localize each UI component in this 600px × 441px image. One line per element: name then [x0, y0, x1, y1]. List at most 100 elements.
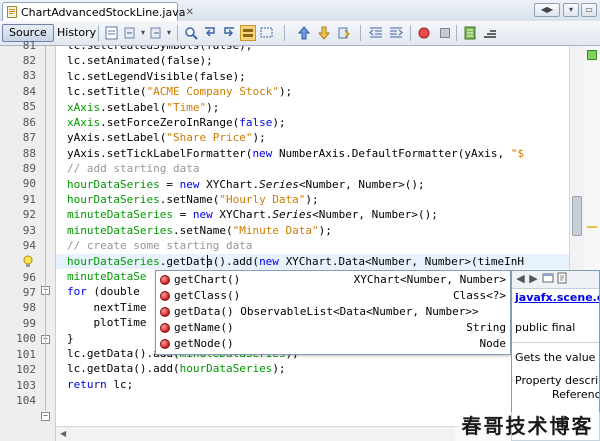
- code-line[interactable]: // add starting data: [67, 161, 199, 176]
- code-editor[interactable]: 81 82 83 84 85 86 87 88 89 90 91 92 93 9…: [0, 39, 600, 441]
- code-line[interactable]: // create some starting data: [67, 238, 252, 253]
- code-completion-popup[interactable]: getChart() XYChart<Number, Number> getCl…: [155, 270, 511, 355]
- javadoc-signature: public final: [515, 321, 576, 334]
- code-token: nextTime: [67, 301, 147, 314]
- completion-item[interactable]: getName() String: [156, 320, 510, 336]
- find-next-icon[interactable]: [221, 25, 237, 41]
- history-view-button[interactable]: History: [50, 24, 103, 42]
- code-token: XYChart.: [206, 178, 260, 191]
- completion-item[interactable]: getNode() Node: [156, 336, 510, 352]
- tab-chart-advanced-stock-line[interactable]: ChartAdvancedStockLine.java ✕: [2, 2, 194, 21]
- next-bookmark-icon[interactable]: [316, 25, 332, 41]
- code-token: }: [67, 332, 74, 345]
- open-in-browser-icon[interactable]: [541, 272, 554, 286]
- go-to-source-icon[interactable]: [555, 272, 568, 286]
- shift-line-left-icon[interactable]: [368, 25, 384, 41]
- code-line[interactable]: minuteDataSeries = new XYChart.Series<Nu…: [67, 207, 438, 222]
- code-token: =: [172, 208, 193, 221]
- code-token: .setForceZeroInRange(: [100, 116, 240, 129]
- code-token: hourDataSeries: [67, 193, 160, 206]
- line-number: 103: [16, 379, 36, 392]
- code-line[interactable]: lc.setCreatedSymbols(false);: [67, 46, 252, 53]
- code-line[interactable]: lc.setTitle("ACME Company Stock");: [67, 84, 292, 99]
- forward-dropdown-icon[interactable]: ▾: [165, 25, 173, 41]
- code-line[interactable]: return lc;: [67, 377, 133, 392]
- code-line[interactable]: minuteDataSe: [67, 269, 146, 284]
- completion-item-name: getNode(): [174, 337, 234, 350]
- line-number: 97: [22, 286, 36, 299]
- code-line[interactable]: lc.getData().add(hourDataSeries);: [67, 361, 286, 376]
- line-number: 86: [22, 116, 36, 129]
- last-edit-icon[interactable]: [104, 25, 120, 41]
- completion-item-type: String: [466, 321, 506, 334]
- maximize-window-icon[interactable]: ▭: [581, 3, 597, 17]
- stop-macro-recording-icon[interactable]: [437, 25, 453, 41]
- code-token: new: [252, 147, 279, 160]
- scrollbar-thumb[interactable]: [572, 196, 582, 236]
- tab-scroll-buttons[interactable]: ◀▶: [534, 3, 560, 17]
- code-token: lc.setLegendVisible(false);: [67, 70, 246, 83]
- method-icon: [160, 339, 170, 349]
- code-token: lc.setCreatedSymbols(false);: [67, 46, 252, 52]
- code-token: =: [159, 178, 180, 191]
- comment-icon[interactable]: [462, 25, 478, 41]
- completion-item-type: Class<?>: [453, 289, 506, 302]
- code-token: "Time": [166, 101, 207, 114]
- find-previous-icon[interactable]: [202, 25, 218, 41]
- code-line[interactable]: plotTime: [67, 315, 146, 330]
- code-token: XYChart.Data<Number, Number>(timeInH: [285, 255, 524, 268]
- toggle-highlight-search-icon[interactable]: [240, 25, 256, 41]
- start-macro-recording-icon[interactable]: [416, 25, 432, 41]
- forward-icon[interactable]: [148, 25, 164, 41]
- toolbar-separator: [360, 25, 361, 41]
- tab-list-dropdown-icon[interactable]: ▾: [563, 3, 579, 17]
- fold-end-icon[interactable]: −: [41, 412, 50, 421]
- line-number: 81: [22, 39, 36, 52]
- code-line[interactable]: hourDataSeries = new XYChart.Series<Numb…: [67, 177, 425, 192]
- uncomment-icon[interactable]: [482, 25, 498, 41]
- code-token: Series: [272, 208, 313, 221]
- code-line[interactable]: nextTime: [67, 300, 146, 315]
- javadoc-property-description: Property descrip: [515, 374, 600, 387]
- javadoc-class-link[interactable]: javafx.scene.c: [515, 291, 599, 304]
- toolbar-separator: [177, 25, 178, 41]
- error-stripe-mark[interactable]: [587, 226, 597, 228]
- code-line[interactable]: lc.setAnimated(false);: [67, 53, 213, 68]
- toggle-rectangular-selection-icon[interactable]: [259, 25, 275, 41]
- code-line[interactable]: minuteDataSeries.setName("Minute Data");: [67, 223, 332, 238]
- completion-item[interactable]: getData() ObservableList<Data<Number, Nu…: [156, 304, 510, 320]
- code-line[interactable]: hourDataSeries.getData().add(new XYChart…: [67, 254, 524, 269]
- code-line[interactable]: yAxis.setTickLabelFormatter(new NumberAx…: [67, 146, 524, 161]
- previous-bookmark-icon[interactable]: [296, 25, 312, 41]
- line-number-gutter[interactable]: 81 82 83 84 85 86 87 88 89 90 91 92 93 9…: [0, 39, 56, 441]
- code-line[interactable]: lc.setLegendVisible(false);: [67, 69, 246, 84]
- shift-line-right-icon[interactable]: [388, 25, 404, 41]
- code-line[interactable]: xAxis.setForceZeroInRange(false);: [67, 115, 286, 130]
- completion-item[interactable]: getChart() XYChart<Number, Number>: [156, 272, 510, 288]
- code-token: <Number, Number>();: [298, 178, 425, 191]
- javadoc-back-icon[interactable]: ◀: [514, 272, 527, 286]
- code-token: minuteDataSeries: [67, 224, 173, 237]
- method-icon: [160, 291, 170, 301]
- code-line[interactable]: }: [67, 331, 74, 346]
- code-line[interactable]: xAxis.setLabel("Time");: [67, 100, 219, 115]
- hint-lightbulb-icon[interactable]: [22, 255, 34, 268]
- back-icon[interactable]: [122, 25, 138, 41]
- code-token: yAxis: [67, 131, 101, 144]
- toggle-bookmark-icon[interactable]: [336, 25, 352, 41]
- line-number: 99: [22, 317, 36, 330]
- completion-item-type: XYChart<Number, Number>: [353, 273, 506, 286]
- line-number: 96: [22, 271, 36, 284]
- scroll-left-icon[interactable]: ◀: [60, 429, 66, 438]
- code-token: false: [239, 116, 273, 129]
- back-dropdown-icon[interactable]: ▾: [139, 25, 147, 41]
- code-area[interactable]: lc.setCreatedSymbols(false); lc.setAnimat…: [56, 46, 569, 441]
- code-line[interactable]: hourDataSeries.setName("Hourly Data");: [67, 192, 319, 207]
- completion-item[interactable]: getClass() Class<?>: [156, 288, 510, 304]
- code-line[interactable]: yAxis.setLabel("Share Price");: [67, 130, 266, 145]
- javadoc-forward-icon[interactable]: ▶: [527, 272, 540, 286]
- find-selection-icon[interactable]: [183, 25, 199, 41]
- close-tab-icon[interactable]: ✕: [185, 7, 193, 18]
- code-token: "ACME Company Stock": [146, 85, 279, 98]
- code-line[interactable]: for (double: [67, 284, 140, 299]
